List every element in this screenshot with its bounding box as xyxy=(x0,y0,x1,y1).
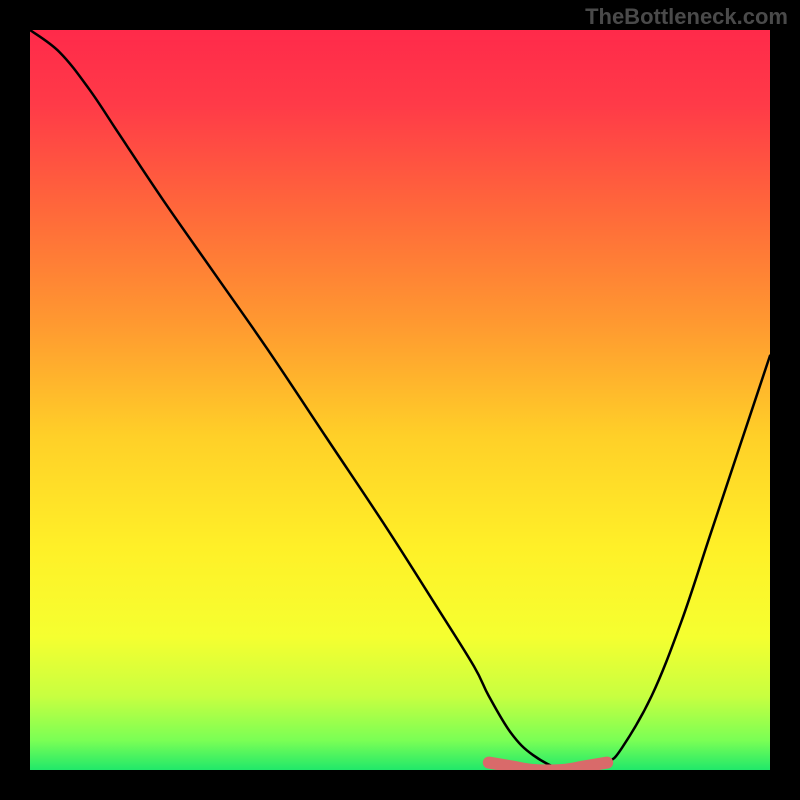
chart-background xyxy=(30,30,770,770)
chart-svg xyxy=(30,30,770,770)
chart-plot-area xyxy=(30,30,770,770)
watermark-text: TheBottleneck.com xyxy=(585,4,788,30)
